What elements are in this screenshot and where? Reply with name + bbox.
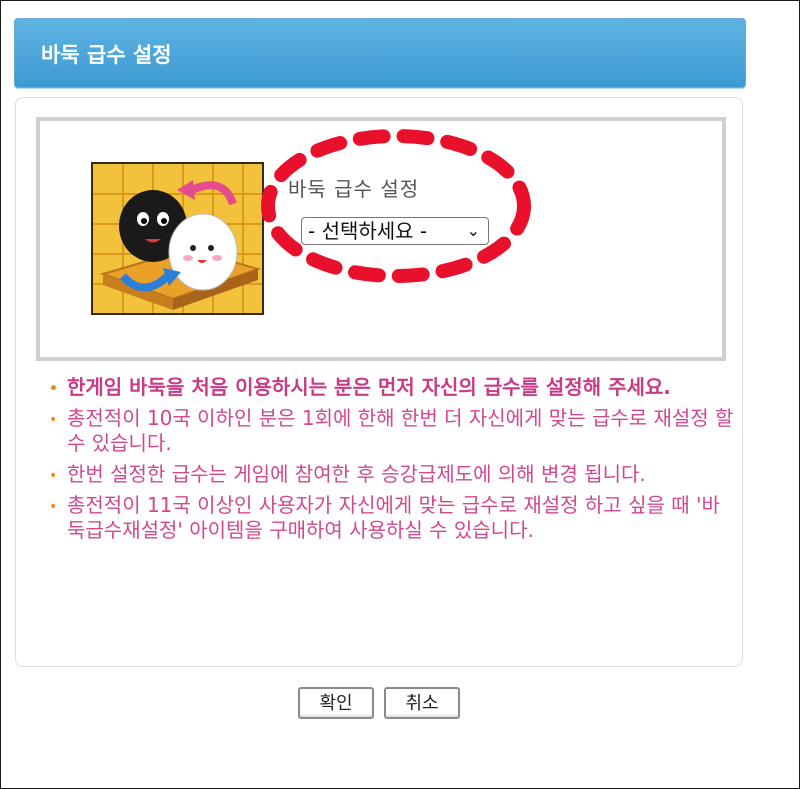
highlight-ellipse <box>260 126 532 286</box>
note-item: • 한번 설정한 급수는 게임에 참여한 후 승강급제도에 의해 변경 됩니다. <box>45 462 735 487</box>
baduk-stones-icon <box>91 162 264 315</box>
bullet-icon: • <box>49 381 58 397</box>
dialog-title: 바둑 급수 설정 <box>41 43 172 67</box>
note-item: • 한게임 바둑을 처음 이용하시는 분은 먼저 자신의 급수를 설정해 주세요… <box>45 375 735 400</box>
bullet-icon: • <box>49 412 58 428</box>
notes-list: • 한게임 바둑을 처음 이용하시는 분은 먼저 자신의 급수를 설정해 주세요… <box>45 375 735 549</box>
bullet-icon: • <box>49 468 58 484</box>
dialog-header: 바둑 급수 설정 <box>14 18 746 88</box>
note-item: • 총전적이 11국 이상인 사용자가 자신에게 맞는 급수로 재설정 하고 싶… <box>49 493 720 542</box>
bullet-icon: • <box>49 499 58 515</box>
dialog-window: 바둑 급수 설정 바둑 급수 설정 - 선택하세요 - ⌄ • 한게임 바둑을 … <box>0 0 800 789</box>
cancel-button[interactable]: 취소 <box>384 687 460 719</box>
confirm-button[interactable]: 확인 <box>298 687 374 719</box>
note-item: • 총전적이 10국 이하인 분은 1회에 한해 한번 더 자신에게 맞는 급수… <box>49 406 734 455</box>
